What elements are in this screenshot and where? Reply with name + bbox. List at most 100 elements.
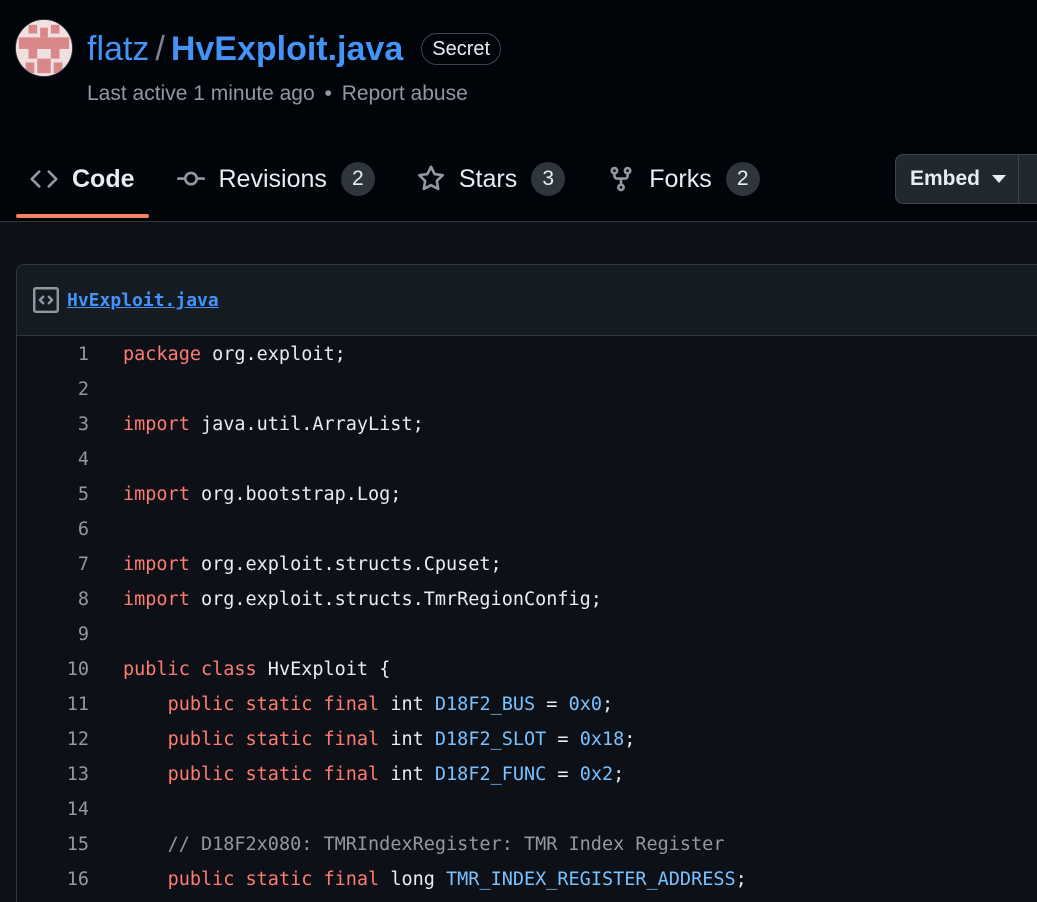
code-line: 14 [17, 792, 1037, 827]
code-line: 10 public class HvExploit { [17, 652, 1037, 687]
code-line: 13 public static final int D18F2_FUNC = … [17, 757, 1037, 792]
code-token: = [546, 764, 580, 785]
gist-meta: Last active 1 minute ago • Report abuse [87, 81, 468, 107]
identicon-image [16, 20, 72, 76]
tab-stars[interactable]: Stars 3 [403, 151, 579, 207]
line-number[interactable]: 4 [17, 442, 89, 477]
embed-dropdown: Embed [895, 154, 1037, 204]
file-code-icon [33, 287, 59, 313]
line-number[interactable]: 2 [17, 372, 89, 407]
repo-forked-icon [607, 165, 635, 193]
file-header: HvExploit.java [17, 265, 1037, 336]
tab-code[interactable]: Code [16, 151, 149, 218]
code-token: 0x18 [579, 729, 625, 750]
code-token: import [123, 589, 190, 610]
line-number[interactable]: 5 [17, 477, 89, 512]
code-line: 5 import org.bootstrap.Log; [17, 477, 1037, 512]
line-number[interactable]: 9 [17, 617, 89, 652]
code-line: 8 import org.exploit.structs.TmrRegionCon… [17, 582, 1037, 617]
line-number[interactable]: 3 [17, 407, 89, 442]
code-token: final [323, 869, 380, 890]
line-code: import org.exploit.structs.Cpuset; [89, 547, 502, 582]
line-code: import org.exploit.structs.TmrRegionConf… [89, 582, 602, 617]
revisions-counter: 2 [340, 162, 375, 196]
line-number[interactable]: 16 [17, 862, 89, 897]
code-token: int [379, 729, 435, 750]
last-active-text: Last active 1 minute ago [87, 82, 315, 105]
code-token: ; [624, 729, 636, 750]
tab-revisions[interactable]: Revisions 2 [163, 151, 389, 207]
gist-tabs: Code Revisions 2 Stars 3 Forks 2 [16, 151, 788, 221]
line-code: public class HvExploit { [89, 652, 390, 687]
code-token: org.exploit; [200, 344, 346, 365]
code-token: long [379, 869, 447, 890]
line-code: public static final int D18F2_SLOT = 0x1… [89, 722, 636, 757]
code-token: HvExploit { [256, 659, 391, 680]
forks-counter: 2 [725, 162, 760, 196]
code-token: java.util.ArrayList; [189, 414, 424, 435]
embed-button[interactable]: Embed [896, 155, 1019, 203]
line-number[interactable]: 12 [17, 722, 89, 757]
code-token: package [123, 344, 201, 365]
code-token: int [379, 764, 435, 785]
line-code: import java.util.ArrayList; [89, 407, 424, 442]
code-token: import [123, 484, 190, 505]
tab-forks[interactable]: Forks 2 [593, 151, 774, 207]
code-token: = [535, 694, 569, 715]
code-token: static [245, 729, 313, 750]
code-token: // D18F2x080: TMRIndexRegister: TMR Inde… [167, 834, 725, 855]
code-token: 0x2 [579, 764, 614, 785]
meta-separator: • [324, 82, 332, 105]
line-number[interactable]: 7 [17, 547, 89, 582]
line-number[interactable]: 8 [17, 582, 89, 617]
code-token: 0x0 [568, 694, 602, 715]
title-separator: / [155, 30, 165, 68]
code-token: public [167, 869, 235, 890]
line-number[interactable]: 15 [17, 827, 89, 862]
code-token: static [245, 764, 313, 785]
code-line: 16 public static final long TMR_INDEX_RE… [17, 862, 1037, 897]
line-code: public static final int D18F2_BUS = 0x0; [89, 687, 614, 722]
line-code: public static final int D18F2_FUNC = 0x2… [89, 757, 625, 792]
line-code: package org.exploit; [89, 337, 346, 372]
report-abuse-link[interactable]: Report abuse [342, 82, 468, 105]
owner-link[interactable]: flatz [87, 28, 149, 70]
line-number[interactable]: 13 [17, 757, 89, 792]
triangle-down-icon [992, 175, 1007, 183]
code-token: final [323, 764, 380, 785]
line-number[interactable]: 10 [17, 652, 89, 687]
visibility-badge: Secret [421, 33, 502, 65]
line-number[interactable]: 1 [17, 337, 89, 372]
owner-avatar[interactable] [15, 19, 73, 77]
file-name-link[interactable]: HvExploit.java [67, 290, 219, 311]
line-number[interactable]: 14 [17, 792, 89, 827]
code-token: int [379, 694, 435, 715]
line-number[interactable]: 11 [17, 687, 89, 722]
code-token: org.bootstrap.Log; [189, 484, 402, 505]
tab-code-label: Code [72, 164, 135, 193]
code-line: 2 [17, 372, 1037, 407]
code-line: 12 public static final int D18F2_SLOT = … [17, 722, 1037, 757]
embed-label: Embed [910, 167, 981, 190]
code-line: 4 [17, 442, 1037, 477]
code-line: 3 import java.util.ArrayList; [17, 407, 1037, 442]
code-token: D18F2_BUS [434, 694, 536, 715]
gist-filename-link[interactable]: HvExploit.java [171, 28, 403, 70]
code-view: 1 package org.exploit; 2 3 import java.util.… [17, 336, 1037, 897]
code-token: D18F2_FUNC [434, 764, 547, 785]
code-token: class [200, 659, 257, 680]
code-token: final [323, 694, 380, 715]
code-token: import [123, 414, 190, 435]
stars-counter: 3 [531, 162, 566, 196]
line-number[interactable]: 6 [17, 512, 89, 547]
line-code: // D18F2x080: TMRIndexRegister: TMR Inde… [89, 827, 725, 862]
